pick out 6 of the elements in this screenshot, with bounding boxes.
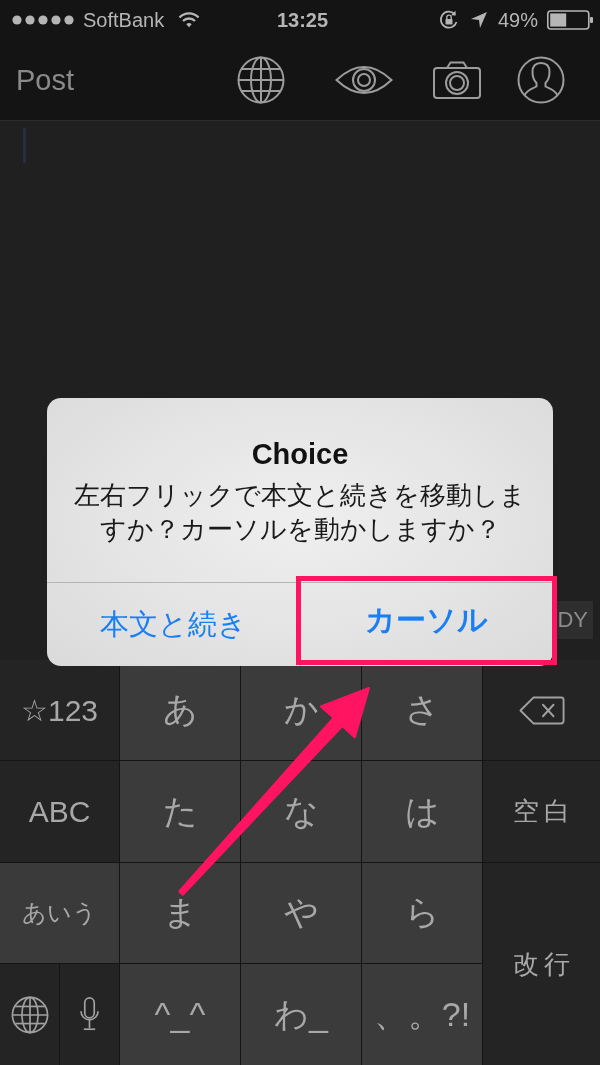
clock-time: 13:25 (276, 8, 329, 32)
battery-percentage: 49% (497, 8, 538, 32)
carrier-name: SoftBank (83, 8, 165, 32)
dialog-title: Choice (250, 437, 350, 471)
nav-title: Post (16, 63, 75, 97)
dialog-message: 左右フリックで本文と続きを移動しますか？カーソルを動かしますか？ (73, 479, 527, 546)
